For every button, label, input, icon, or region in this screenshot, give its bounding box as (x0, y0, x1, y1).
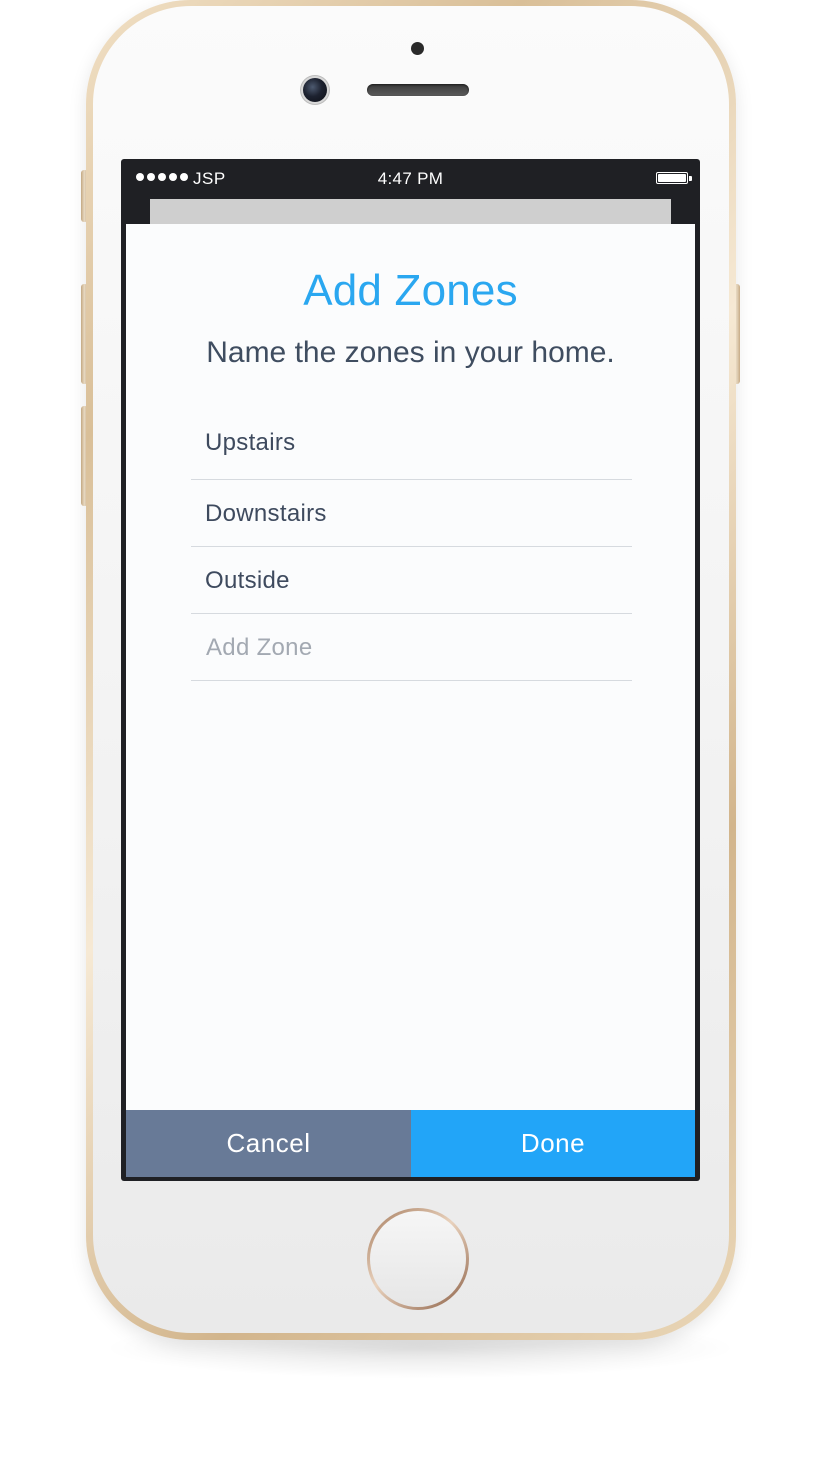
zone-name: Outside (205, 567, 290, 594)
battery-icon (656, 172, 688, 184)
status-time: 4:47 PM (377, 169, 444, 188)
page-subtitle: Name the zones in your home. (206, 336, 615, 369)
zone-name: Downstairs (205, 500, 327, 527)
status-bar: JSP 4:47 PM (121, 159, 700, 199)
earpiece-speaker (367, 84, 469, 96)
front-camera-icon (303, 78, 327, 102)
add-zones-panel: Add Zones Name the zones in your home. U… (126, 224, 695, 1110)
page-title: Add Zones (303, 266, 518, 315)
home-button[interactable] (367, 1208, 469, 1310)
cancel-button[interactable]: Cancel (126, 1110, 411, 1177)
action-buttons: Cancel Done (126, 1110, 695, 1177)
zone-name: Upstairs (205, 429, 296, 456)
zone-row-outside[interactable]: Outside (191, 547, 632, 614)
battery-tip (689, 176, 692, 181)
zone-list: Upstairs Downstairs Outside (191, 410, 632, 681)
device-mockup: JSP 4:47 PM Add Zones Name the zones in … (0, 0, 840, 1475)
zone-row-downstairs[interactable]: Downstairs (191, 480, 632, 547)
battery-level-fill (658, 174, 686, 182)
home-button-face (370, 1211, 466, 1307)
zone-row-upstairs[interactable]: Upstairs (191, 410, 632, 480)
nav-bar-strip (150, 199, 671, 225)
add-zone-input[interactable] (191, 614, 632, 681)
proximity-sensor (411, 42, 424, 55)
phone-screen: JSP 4:47 PM Add Zones Name the zones in … (121, 159, 700, 1181)
done-button[interactable]: Done (411, 1110, 695, 1177)
add-zone-row (191, 614, 632, 681)
